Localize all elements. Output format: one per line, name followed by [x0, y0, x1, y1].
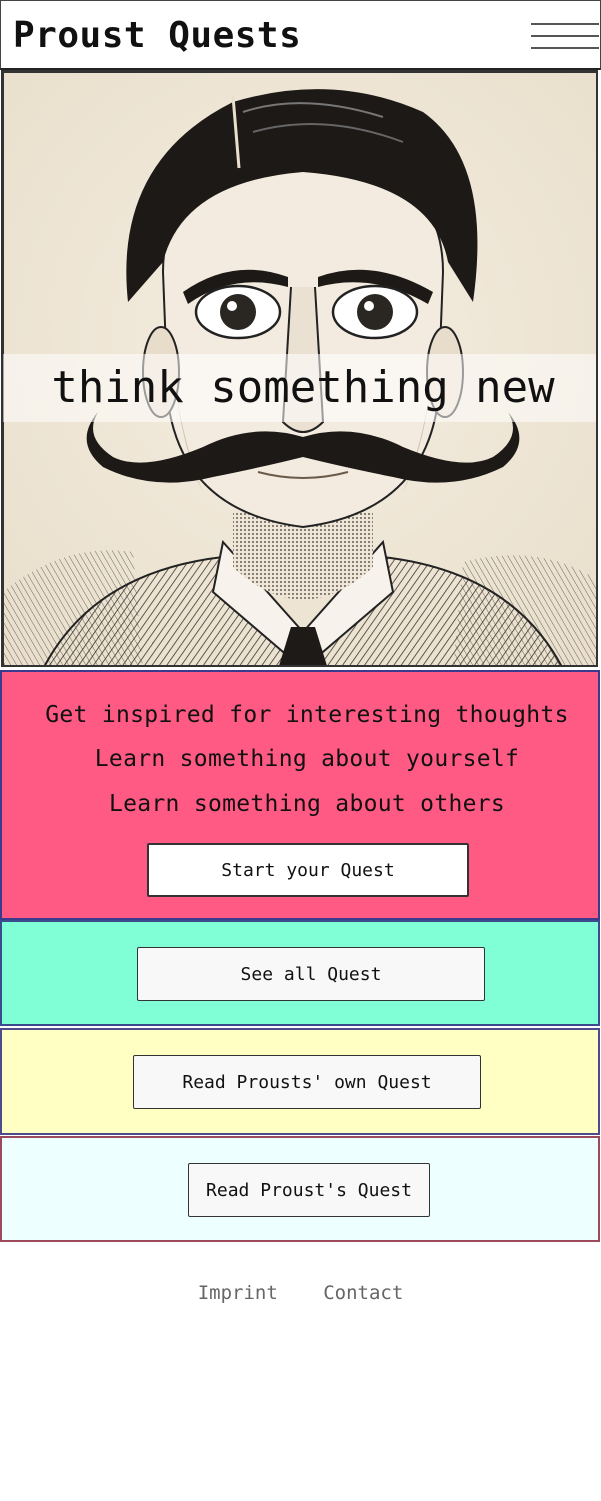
- imprint-link[interactable]: Imprint: [198, 1282, 278, 1304]
- intro-section: Get inspired for interesting thoughts Le…: [0, 670, 600, 920]
- hamburger-menu-icon[interactable]: [531, 21, 599, 57]
- read-prousts-own-quest-button[interactable]: Read Prousts' own Quest: [133, 1055, 481, 1109]
- intro-line-inspired: Get inspired for interesting thoughts: [45, 702, 569, 728]
- site-footer: Imprint Contact: [0, 1282, 601, 1304]
- start-quest-button[interactable]: Start your Quest: [147, 843, 469, 897]
- hero-image: think something new: [1, 70, 598, 667]
- site-title[interactable]: Proust Quests: [13, 15, 301, 56]
- prousts-own-quest-section: Read Prousts' own Quest: [0, 1028, 600, 1135]
- see-all-quests-button[interactable]: See all Quest: [137, 947, 485, 1001]
- contact-link[interactable]: Contact: [323, 1282, 403, 1304]
- intro-line-yourself: Learn something about yourself: [94, 746, 520, 772]
- proust-quest-section: Read Proust's Quest: [0, 1136, 600, 1242]
- hero-tagline: think something new: [51, 362, 555, 413]
- site-header: Proust Quests: [0, 0, 601, 70]
- all-quests-section: See all Quest: [0, 920, 600, 1026]
- intro-line-others: Learn something about others: [108, 791, 506, 817]
- read-proust-quest-button[interactable]: Read Proust's Quest: [188, 1163, 430, 1217]
